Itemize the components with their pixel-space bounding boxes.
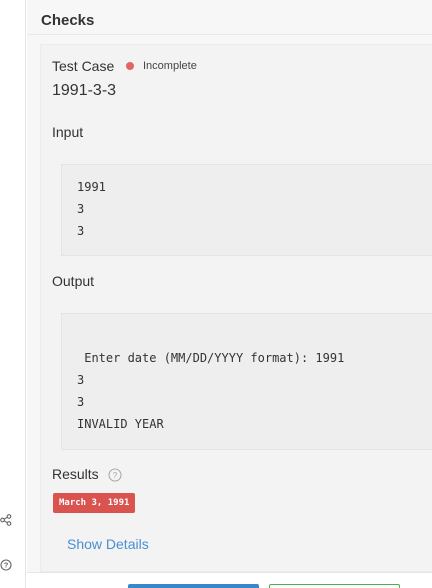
- input-block: 1991 3 3: [61, 164, 432, 256]
- test-case-label: Test Case: [52, 58, 115, 74]
- primary-button[interactable]: [128, 584, 259, 588]
- result-badge: March 3, 1991: [53, 493, 136, 513]
- svg-text:?: ?: [113, 470, 118, 480]
- output-block: Enter date (MM/DD/YYYY format): 1991 3 3…: [61, 313, 432, 450]
- status-text: Incomplete: [143, 60, 197, 72]
- input-line: 3: [77, 224, 85, 238]
- checks-panel: Checks Test Case Incomplete 1991-3-3 Inp…: [27, 0, 432, 572]
- test-case-name: 1991-3-3: [52, 82, 117, 99]
- input-label: Input: [52, 124, 84, 140]
- secondary-button[interactable]: [269, 584, 400, 588]
- svg-text:?: ?: [4, 561, 9, 570]
- output-line: INVALID YEAR: [77, 417, 164, 431]
- test-case-card: Test Case Incomplete 1991-3-3 Input 1991…: [40, 44, 432, 572]
- input-line: 1991: [77, 180, 106, 194]
- output-line: Enter date (MM/DD/YYYY format): 1991: [77, 351, 345, 365]
- input-line: 3: [77, 202, 85, 216]
- divider: [27, 34, 432, 35]
- results-label: Results: [52, 466, 99, 482]
- help-circle-icon[interactable]: ?: [0, 559, 12, 571]
- bottom-action-bar: [27, 572, 432, 588]
- output-label: Output: [52, 273, 95, 289]
- status-dot-icon: [126, 62, 134, 70]
- checks-title: Checks: [41, 12, 95, 29]
- output-line: 3: [77, 395, 85, 409]
- left-rail: ?: [0, 0, 26, 588]
- share-icon[interactable]: [0, 514, 12, 526]
- help-circle-icon[interactable]: ?: [108, 468, 122, 482]
- show-details-link[interactable]: Show Details: [67, 536, 149, 552]
- output-line: 3: [77, 373, 85, 387]
